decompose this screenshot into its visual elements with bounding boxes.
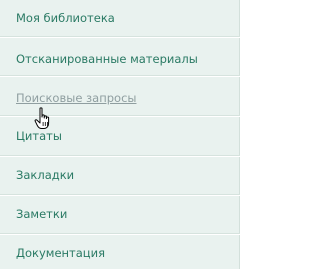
menu-item-quotes[interactable]: Цитаты xyxy=(0,129,240,143)
menu-divider xyxy=(0,234,240,235)
menu-divider xyxy=(0,195,240,196)
menu-item-label: Документация xyxy=(16,246,106,260)
menu-item-label: Моя библиотека xyxy=(16,11,115,25)
menu-divider xyxy=(0,76,240,77)
hand-pointer-icon xyxy=(34,107,50,129)
menu-item-scanned-materials[interactable]: Отсканированные материалы xyxy=(0,52,240,66)
menu-item-label: Отсканированные материалы xyxy=(16,52,198,66)
menu-divider xyxy=(0,156,240,157)
menu-item-my-library[interactable]: Моя библиотека xyxy=(0,11,240,25)
menu-item-notes[interactable]: Заметки xyxy=(0,207,240,221)
menu-item-label: Поисковые запросы xyxy=(16,91,137,105)
menu-item-search-queries[interactable]: Поисковые запросы xyxy=(0,91,240,105)
menu-item-label: Закладки xyxy=(16,168,75,182)
menu-item-label: Заметки xyxy=(16,207,68,221)
menu-item-label: Цитаты xyxy=(16,129,62,143)
menu-item-documentation[interactable]: Документация xyxy=(0,246,240,260)
menu-item-bookmarks[interactable]: Закладки xyxy=(0,168,240,182)
sidebar-menu: Моя библиотека Отсканированные материалы… xyxy=(0,0,240,269)
menu-divider xyxy=(0,37,240,38)
